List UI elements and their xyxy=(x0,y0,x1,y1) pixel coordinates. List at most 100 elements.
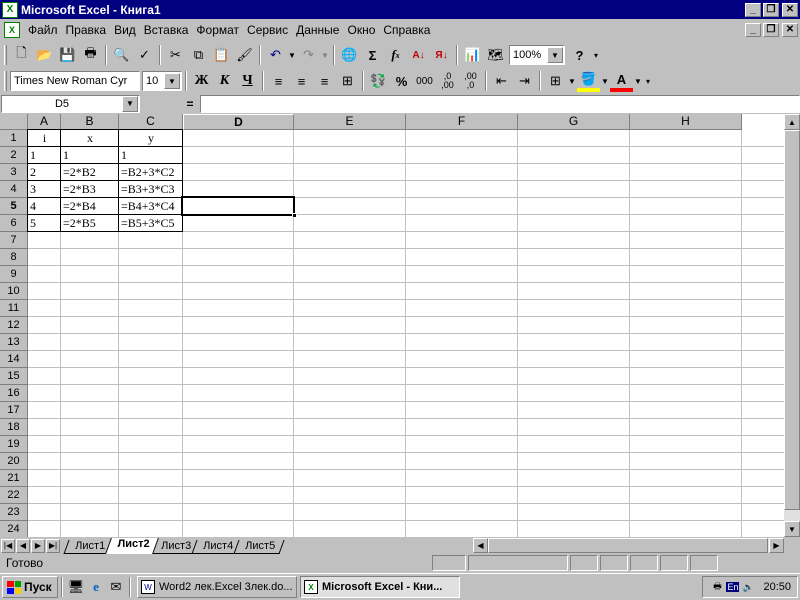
row-header-11[interactable]: 11 xyxy=(0,300,28,317)
spelling-icon[interactable]: ✓ xyxy=(133,44,156,66)
sort-descending-icon[interactable]: Я↓ xyxy=(430,44,453,66)
row-header-19[interactable]: 19 xyxy=(0,436,28,453)
fill-color-icon[interactable]: 🪣 xyxy=(577,70,600,92)
cell-b1[interactable]: x xyxy=(61,130,119,147)
chevron-down-icon[interactable]: ▼ xyxy=(122,95,138,112)
active-cell[interactable] xyxy=(181,196,297,218)
workbook-icon[interactable]: X xyxy=(4,22,20,38)
undo-icon[interactable]: ↶ xyxy=(264,44,287,66)
doc-restore-button[interactable]: ❐ xyxy=(763,23,779,37)
hyperlink-icon[interactable]: 🌐 xyxy=(338,44,361,66)
row-header-16[interactable]: 16 xyxy=(0,385,28,402)
spreadsheet-grid[interactable]: ABCDEFGH 1 2 3 4 5 6 7 8 9 10 11 12 13 14 15 16 17 18 19 20… xyxy=(0,114,784,537)
cell-a1[interactable]: i xyxy=(28,130,61,147)
menu-insert[interactable]: Вставка xyxy=(140,23,193,37)
row-header-2[interactable]: 2 xyxy=(0,147,28,164)
row-header-23[interactable]: 23 xyxy=(0,504,28,521)
select-all-button[interactable] xyxy=(0,114,28,130)
bold-button[interactable]: Ж xyxy=(190,70,213,92)
row-header-9[interactable]: 9 xyxy=(0,266,28,283)
font-select[interactable]: Times New Roman Cyr xyxy=(10,71,140,91)
chevron-down-icon[interactable]: ▼ xyxy=(547,47,563,63)
column-header-c[interactable]: C xyxy=(119,114,183,130)
format-painter-icon[interactable]: 🖌 xyxy=(233,44,256,66)
font-color-icon[interactable]: A xyxy=(610,70,633,92)
menu-edit[interactable]: Правка xyxy=(62,23,111,37)
zoom-select[interactable]: 100% ▼ xyxy=(509,45,565,65)
restore-button[interactable]: ❐ xyxy=(763,2,779,17)
cell-a6[interactable]: 5 xyxy=(28,215,61,232)
row-header-1[interactable]: 1 xyxy=(0,130,28,147)
autosum-icon[interactable]: Σ xyxy=(361,44,384,66)
cell-b5[interactable]: =2*B4 xyxy=(61,198,119,215)
font-size-select[interactable]: 10 ▼ xyxy=(142,71,182,91)
formula-input[interactable] xyxy=(200,94,800,113)
toolbar-options-icon[interactable]: ▾ xyxy=(591,44,601,66)
row-header-8[interactable]: 8 xyxy=(0,249,28,266)
task-excel-button[interactable]: X Microsoft Excel - Кни... xyxy=(300,576,460,598)
scroll-right-icon[interactable]: ▶ xyxy=(769,538,784,553)
column-header-f[interactable]: F xyxy=(406,114,518,130)
increase-decimal-icon[interactable]: ,0,00 xyxy=(436,70,459,92)
volume-icon[interactable]: 🔈 xyxy=(741,580,755,594)
row-header-14[interactable]: 14 xyxy=(0,351,28,368)
menu-format[interactable]: Формат xyxy=(192,23,243,37)
cell-b4[interactable]: =2*B3 xyxy=(61,181,119,198)
row-header-4[interactable]: 4 xyxy=(0,181,28,198)
row-header-18[interactable]: 18 xyxy=(0,419,28,436)
doc-minimize-button[interactable]: _ xyxy=(745,23,761,37)
print-preview-icon[interactable]: 🔍 xyxy=(110,44,133,66)
column-header-h[interactable]: H xyxy=(630,114,742,130)
cut-icon[interactable]: ✂ xyxy=(164,44,187,66)
help-icon[interactable]: ? xyxy=(568,44,591,66)
font-color-dropdown-icon[interactable]: ▼ xyxy=(633,70,643,92)
borders-dropdown-icon[interactable]: ▼ xyxy=(567,70,577,92)
start-button[interactable]: Пуск xyxy=(2,576,58,598)
equals-icon[interactable]: = xyxy=(140,97,200,111)
menu-view[interactable]: Вид xyxy=(110,23,140,37)
cell-c3[interactable]: =B2+3*C2 xyxy=(119,164,183,181)
cell-b6[interactable]: =2*B5 xyxy=(61,215,119,232)
row-header-15[interactable]: 15 xyxy=(0,368,28,385)
toolbar-options-icon[interactable]: ▾ xyxy=(643,70,653,92)
align-left-icon[interactable]: ≡ xyxy=(267,70,290,92)
row-header-5[interactable]: 5 xyxy=(0,198,28,215)
new-icon[interactable]: 🗋 xyxy=(10,44,33,66)
minimize-button[interactable]: _ xyxy=(745,2,761,17)
cell-c2[interactable]: 1 xyxy=(119,147,183,164)
save-icon[interactable]: 💾 xyxy=(56,44,79,66)
align-right-icon[interactable]: ≡ xyxy=(313,70,336,92)
last-sheet-icon[interactable]: ▶| xyxy=(46,538,60,553)
cell-a3[interactable]: 2 xyxy=(28,164,61,181)
percent-button[interactable]: % xyxy=(390,70,413,92)
task-word-button[interactable]: W Word2 лек.Excel 3лек.do... xyxy=(137,576,297,598)
close-button[interactable]: ✕ xyxy=(782,2,798,17)
print-icon[interactable]: 🖶 xyxy=(79,44,102,66)
column-header-e[interactable]: E xyxy=(294,114,406,130)
desktop-icon[interactable]: 🖥 xyxy=(66,577,86,597)
decrease-decimal-icon[interactable]: ,00,0 xyxy=(459,70,482,92)
cell-b3[interactable]: =2*B2 xyxy=(61,164,119,181)
first-sheet-icon[interactable]: |◀ xyxy=(1,538,15,553)
italic-button[interactable]: К xyxy=(213,70,236,92)
underline-button[interactable]: Ч xyxy=(236,70,259,92)
sheet-tab-2[interactable]: Лист2 xyxy=(105,538,160,554)
sort-ascending-icon[interactable]: A↓ xyxy=(407,44,430,66)
cell-a5[interactable]: 4 xyxy=(28,198,61,215)
menu-data[interactable]: Данные xyxy=(292,23,343,37)
row-header-22[interactable]: 22 xyxy=(0,487,28,504)
column-header-b[interactable]: B xyxy=(61,114,119,130)
map-icon[interactable]: 🗺 xyxy=(484,44,507,66)
horizontal-scrollbar[interactable]: ◀ ▶ xyxy=(473,538,784,553)
menu-help[interactable]: Справка xyxy=(379,23,434,37)
row-header-20[interactable]: 20 xyxy=(0,453,28,470)
decrease-indent-icon[interactable]: ⇤ xyxy=(490,70,513,92)
chevron-down-icon[interactable]: ▼ xyxy=(164,73,180,89)
printer-icon[interactable]: 🖶 xyxy=(710,580,724,594)
scroll-left-icon[interactable]: ◀ xyxy=(473,538,488,553)
menu-tools[interactable]: Сервис xyxy=(243,23,292,37)
currency-icon[interactable]: 💱 xyxy=(367,70,390,92)
menu-file[interactable]: Файл xyxy=(24,23,62,37)
redo-icon[interactable]: ↷ xyxy=(297,44,320,66)
name-box[interactable]: D5 ▼ xyxy=(1,94,140,113)
